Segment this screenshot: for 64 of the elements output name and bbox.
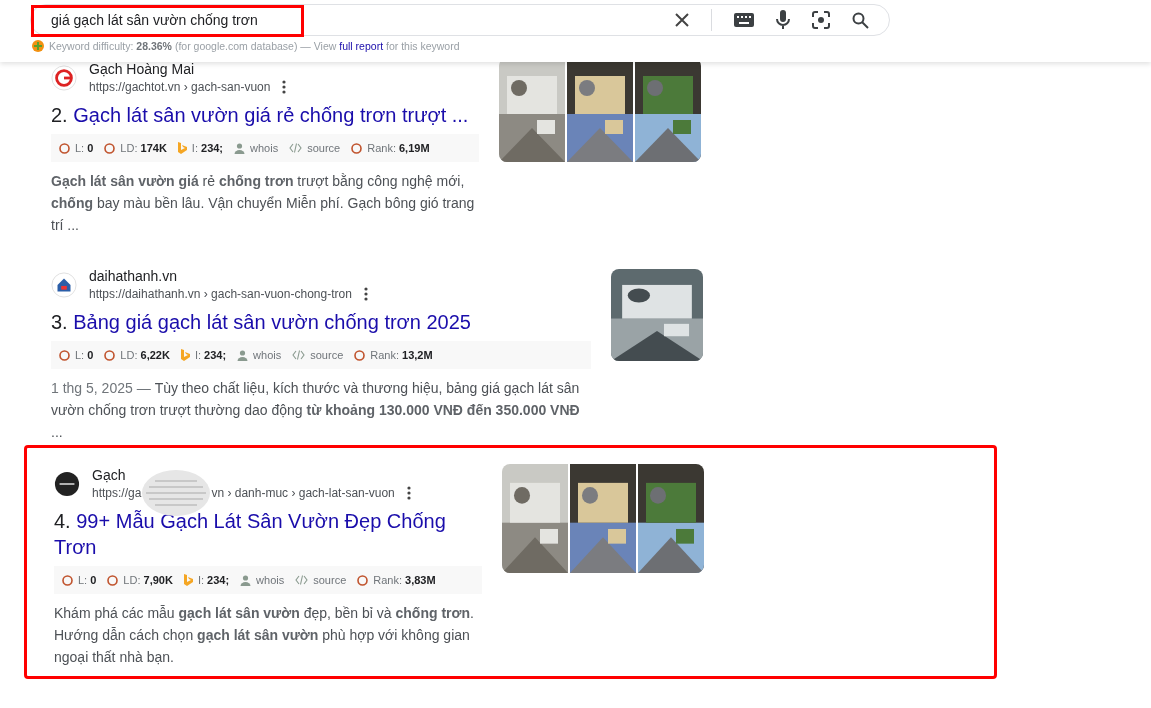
- metric-link[interactable]: whois: [250, 142, 279, 154]
- metric-link[interactable]: whois: [256, 574, 285, 586]
- bing-logo-icon: [177, 142, 187, 154]
- metric-label: L: 0: [75, 349, 94, 361]
- search-query: giá gạch lát sân vườn chống trơn: [51, 12, 258, 28]
- circle-icon: [357, 574, 369, 586]
- metric-link[interactable]: source: [313, 574, 347, 586]
- result-snippet: 1 thg 5, 2025 — Tùy theo chất liệu, kích thước và thương hiệu, bảng giá gạch lát sân vườn chống trơn trượt thường dao động từ khoảng 130.000 VNĐ đến 350.000 VNĐ ...: [51, 379, 581, 442]
- metric-label: Rank: 13,2M: [370, 349, 433, 361]
- code-icon: [295, 575, 309, 585]
- site-name: Gạch Hoàng Mai: [89, 60, 196, 78]
- result-title-link[interactable]: 4. 99+ Mẫu Gạch Lát Sân Vườn Đẹp Chống Trơn: [54, 508, 482, 560]
- more-options-icon[interactable]: [282, 80, 287, 94]
- circle-icon: [59, 142, 70, 154]
- site-logo-icon: [51, 272, 77, 298]
- metric-link[interactable]: whois: [253, 349, 282, 361]
- metric-label: L: 0: [78, 574, 97, 586]
- bing-logo-icon: [183, 574, 193, 586]
- person-icon: [234, 142, 246, 154]
- result-url: vn › danh-muc › gach-lat-san-vuon: [211, 485, 395, 502]
- result-url: https://daihathanh.vn › gach-san-vuon-chong-tron: [89, 286, 352, 303]
- result-title-link[interactable]: 2. Gạch lát sân vườn giá rẻ chống trơn trượt ...: [51, 102, 479, 128]
- site-logo-icon: [51, 65, 77, 91]
- bing-logo-icon: [180, 349, 190, 361]
- circle-icon: [354, 349, 366, 361]
- metric-label: LD: 174K: [120, 142, 167, 154]
- code-icon: [292, 350, 306, 360]
- full-report-link[interactable]: full report: [339, 40, 384, 52]
- metric-label: LD: 6,22K: [120, 349, 170, 361]
- metric-label: I: 234;: [191, 142, 224, 154]
- seoquake-logo-icon: [31, 40, 45, 52]
- site-name: daihathanh.vn: [89, 267, 178, 285]
- metric-label: L: 0: [75, 142, 94, 154]
- metric-label: I: 234;: [197, 574, 230, 586]
- result-snippet: Khám phá các mẫu gạch lát sân vườn đẹp, bền bỉ và chống trơn. Hướng dẫn cách chọn gạch lát sân vườn phù hợp với không gian ngoại thất nhà bạn.: [54, 604, 475, 667]
- result-snippet: Gạch lát sân vườn giá rẻ chống trơn trượt bằng công nghệ mới, chống bay màu bền lâu. Vận chuyển Miễn phí. Gạch bông gió trang trí ...: [51, 172, 476, 235]
- close-icon[interactable]: [675, 13, 689, 27]
- camera-search-icon[interactable]: [812, 11, 830, 29]
- person-icon: [240, 574, 252, 586]
- metric-label: LD: 7,90K: [123, 574, 173, 586]
- search-icon[interactable]: [852, 11, 869, 29]
- circle-icon: [62, 574, 73, 586]
- result-url: https://ga: [92, 485, 142, 502]
- metric-label: Rank: 3,83M: [373, 574, 436, 586]
- keyword-difficulty-text: Keyword difficulty: 28.36% (for google.com database) — View full report for this keyword: [49, 40, 460, 52]
- metric-label: I: 234;: [194, 349, 227, 361]
- site-name: Gạch: [92, 466, 127, 484]
- more-options-icon[interactable]: [406, 486, 411, 500]
- keyboard-icon[interactable]: [734, 13, 754, 27]
- result-title-link[interactable]: 3. Bảng giá gạch lát sân vườn chống trơn 2025: [51, 309, 591, 335]
- more-options-icon[interactable]: [363, 287, 368, 301]
- circle-icon: [104, 349, 116, 361]
- person-icon: [237, 349, 249, 361]
- site-logo-icon: [54, 471, 80, 497]
- circle-icon: [104, 142, 116, 154]
- code-icon: [289, 143, 303, 153]
- metric-link[interactable]: source: [310, 349, 344, 361]
- circle-icon: [59, 349, 70, 361]
- circle-icon: [351, 142, 363, 154]
- result-url: https://gachtot.vn › gach-san-vuon: [89, 79, 271, 96]
- metric-label: Rank: 6,19M: [367, 142, 430, 154]
- metric-link[interactable]: source: [307, 142, 341, 154]
- microphone-icon[interactable]: [776, 10, 790, 30]
- circle-icon: [107, 574, 119, 586]
